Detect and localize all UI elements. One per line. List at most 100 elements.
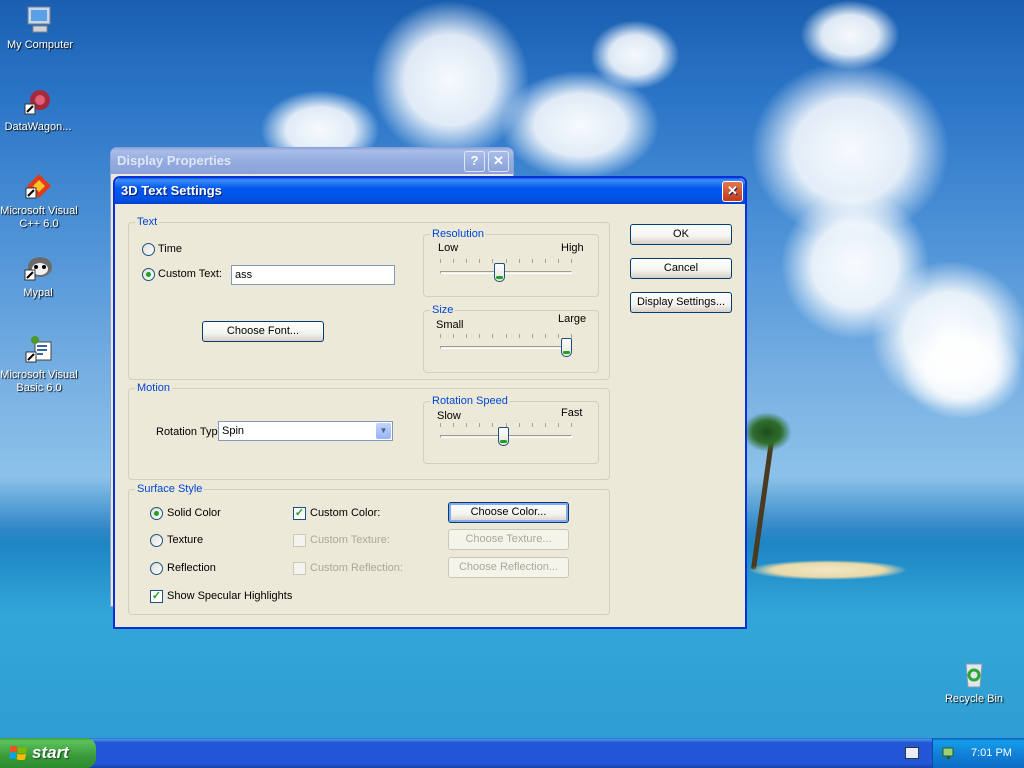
desktop-icon-datawagon[interactable]: DataWagon...: [0, 86, 78, 134]
slider-tick: [466, 259, 467, 263]
specular-highlights-checkbox[interactable]: ✓: [150, 590, 163, 603]
slider-thumb[interactable]: [494, 263, 505, 282]
dialog-titlebar[interactable]: 3D Text Settings ✕: [115, 178, 745, 204]
slider-tick: [558, 334, 559, 338]
custom-color-checkbox[interactable]: ✓: [293, 507, 306, 520]
close-button[interactable]: ✕: [488, 151, 509, 172]
datawagon-icon: [24, 90, 50, 115]
texture-radio[interactable]: [150, 534, 163, 547]
custom-text-radio[interactable]: [142, 268, 155, 281]
rotation-speed-slider[interactable]: [440, 423, 572, 453]
slider-tick: [506, 334, 507, 338]
desktop-icon-label: My Computer: [6, 39, 74, 51]
desktop-icon-label: Mypal: [23, 287, 53, 299]
slider-tick: [440, 259, 441, 263]
slider-thumb[interactable]: [498, 427, 509, 446]
slider-tick: [571, 259, 572, 263]
slider-tick: [506, 259, 507, 263]
resolution-low-label: Low: [438, 242, 459, 254]
slider-tick: [466, 423, 467, 427]
slider-tick: [492, 423, 493, 427]
help-button[interactable]: ?: [464, 151, 485, 172]
taskbar: start 7:01 PM: [0, 738, 1024, 768]
reflection-radio[interactable]: [150, 562, 163, 575]
choose-font-button[interactable]: Choose Font...: [202, 321, 324, 342]
groupbox-label: Resolution: [430, 228, 486, 240]
groupbox-label: Surface Style: [135, 483, 205, 495]
custom-text-input[interactable]: ass: [231, 265, 395, 285]
slider-tick: [558, 423, 559, 427]
time-label: Time: [158, 243, 183, 255]
resolution-slider[interactable]: [440, 259, 572, 289]
display-settings-button[interactable]: Display Settings...: [630, 292, 732, 313]
size-slider[interactable]: [440, 334, 572, 364]
reflection-label: Reflection: [167, 562, 216, 574]
3d-text-settings-dialog: 3D Text Settings ✕ Text Time Custom Text…: [113, 176, 747, 629]
slider-tick: [479, 423, 480, 427]
slider-track: [440, 271, 572, 274]
clock[interactable]: 7:01 PM: [971, 738, 1012, 768]
custom-texture-checkbox[interactable]: [293, 534, 306, 547]
custom-reflection-label: Custom Reflection:: [310, 562, 403, 574]
groupbox-label: Size: [430, 304, 456, 316]
slider-tick: [545, 423, 546, 427]
cancel-button[interactable]: Cancel: [630, 258, 732, 279]
desktop-icon-my-computer[interactable]: My Computer: [0, 4, 80, 52]
slider-tick: [532, 334, 533, 338]
slider-tick: [545, 334, 546, 338]
start-label: start: [32, 743, 69, 762]
size-large-label: Large: [558, 313, 587, 325]
close-icon: ✕: [727, 183, 738, 198]
slider-tick: [453, 423, 454, 427]
time-radio[interactable]: [142, 243, 155, 256]
ok-button[interactable]: OK: [630, 224, 732, 245]
slider-thumb[interactable]: [561, 338, 572, 357]
size-small-label: Small: [436, 319, 464, 331]
window-title: Display Properties: [117, 153, 232, 168]
choose-texture-button[interactable]: Choose Texture...: [448, 529, 569, 550]
slider-tick: [479, 259, 480, 263]
custom-text-label: Custom Text:: [158, 268, 222, 280]
desktop-icon-visual-basic[interactable]: Microsoft Visual Basic 6.0: [0, 334, 80, 395]
system-tray: 7:01 PM: [932, 738, 1024, 768]
custom-text-value: ass: [235, 269, 253, 281]
choose-reflection-button[interactable]: Choose Reflection...: [448, 557, 569, 578]
custom-texture-label: Custom Texture:: [310, 534, 390, 546]
slider-tick: [519, 259, 520, 263]
desktop-icon-mypal[interactable]: Mypal: [0, 252, 78, 300]
solid-color-radio[interactable]: [150, 507, 163, 520]
rotation-type-value: Spin: [222, 425, 245, 437]
network-icon[interactable]: [941, 745, 957, 761]
desktop-icon-visual-cpp[interactable]: Microsoft Visual C++ 6.0: [0, 170, 80, 231]
texture-label: Texture: [167, 534, 204, 546]
choose-color-button[interactable]: Choose Color...: [448, 502, 569, 523]
dialog-title: 3D Text Settings: [121, 183, 222, 198]
groupbox-label: Text: [135, 216, 160, 228]
groupbox-label: Motion: [135, 382, 173, 394]
keyboard-icon[interactable]: [905, 747, 919, 759]
desktop-icon-label: Microsoft Visual Basic 6.0: [0, 369, 78, 394]
close-button[interactable]: ✕: [722, 181, 743, 202]
custom-reflection-checkbox[interactable]: [293, 562, 306, 575]
slider-tick: [532, 423, 533, 427]
desktop-icon-recycle-bin[interactable]: Recycle Bin: [934, 658, 1014, 706]
help-icon: ?: [470, 153, 479, 168]
close-icon: ✕: [493, 153, 504, 168]
windows-logo-icon: [9, 745, 28, 761]
resolution-high-label: High: [561, 242, 584, 254]
rotation-speed-slow-label: Slow: [437, 410, 461, 422]
chevron-down-icon[interactable]: ▼: [376, 423, 391, 439]
specular-highlights-label: Show Specular Highlights: [167, 590, 293, 602]
slider-tick: [545, 259, 546, 263]
display-properties-titlebar[interactable]: Display Properties ? ✕: [111, 148, 513, 174]
solid-color-label: Solid Color: [167, 507, 221, 519]
mypal-icon: [24, 257, 52, 281]
custom-color-label: Custom Color:: [310, 507, 381, 519]
start-button[interactable]: start: [0, 738, 96, 768]
slider-tick: [492, 259, 493, 263]
computer-icon: [27, 6, 51, 33]
rotation-type-select[interactable]: Spin ▼: [218, 421, 393, 441]
slider-tick: [479, 334, 480, 338]
desktop-icon-label: DataWagon...: [4, 121, 72, 133]
slider-tick: [453, 334, 454, 338]
